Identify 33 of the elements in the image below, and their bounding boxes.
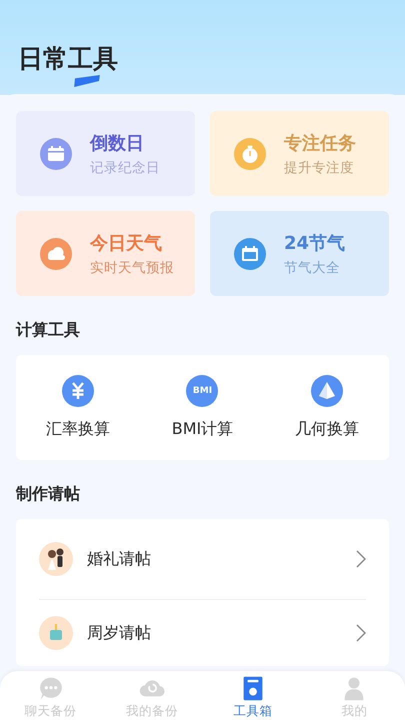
couple-icon	[39, 542, 73, 576]
tool-title: 倒数日	[90, 132, 145, 154]
tool-card[interactable]: 专注任务 提升专注度	[210, 111, 389, 196]
invitation-item[interactable]: 婚礼请帖	[39, 519, 366, 599]
tool-subtitle: 提升专注度	[284, 158, 355, 176]
section-title: 计算工具	[16, 320, 80, 341]
stopwatch-icon	[234, 138, 266, 170]
calculator-item[interactable]: 几何换算	[264, 355, 389, 460]
tool-card[interactable]: 今日天气 实时天气预报	[16, 211, 195, 296]
section-title: 制作请帖	[16, 484, 80, 505]
tool-subtitle: 实时天气预报	[90, 258, 174, 276]
pyramid-icon	[310, 375, 343, 407]
tool-card[interactable]: 倒数日 记录纪念日	[16, 111, 195, 196]
title-accent-icon	[72, 75, 102, 87]
chevron-right-icon	[356, 550, 366, 568]
chevron-right-icon	[356, 624, 366, 642]
tab[interactable]: 工具箱	[202, 676, 304, 720]
calculator-item[interactable]: 汇率换算	[16, 355, 140, 460]
calculator-item[interactable]: BMI BMI计算	[140, 355, 265, 460]
tool-title: 24节气	[284, 232, 346, 254]
cake-icon	[39, 616, 73, 650]
tool-card[interactable]: 24节气 节气大全	[210, 211, 389, 296]
yuan-icon	[62, 375, 94, 407]
cloud-icon	[40, 238, 72, 270]
tool-title: 专注任务	[284, 132, 356, 154]
bmi-icon: BMI	[186, 375, 218, 407]
page-title: 日常工具	[18, 44, 118, 74]
invitation-item[interactable]: 周岁请帖	[39, 600, 366, 666]
calendar-icon	[234, 238, 266, 270]
tool-subtitle: 节气大全	[284, 258, 341, 276]
tool-title: 今日天气	[90, 232, 163, 254]
tool-subtitle: 记录纪念日	[90, 158, 160, 176]
calendar-icon	[40, 138, 72, 170]
